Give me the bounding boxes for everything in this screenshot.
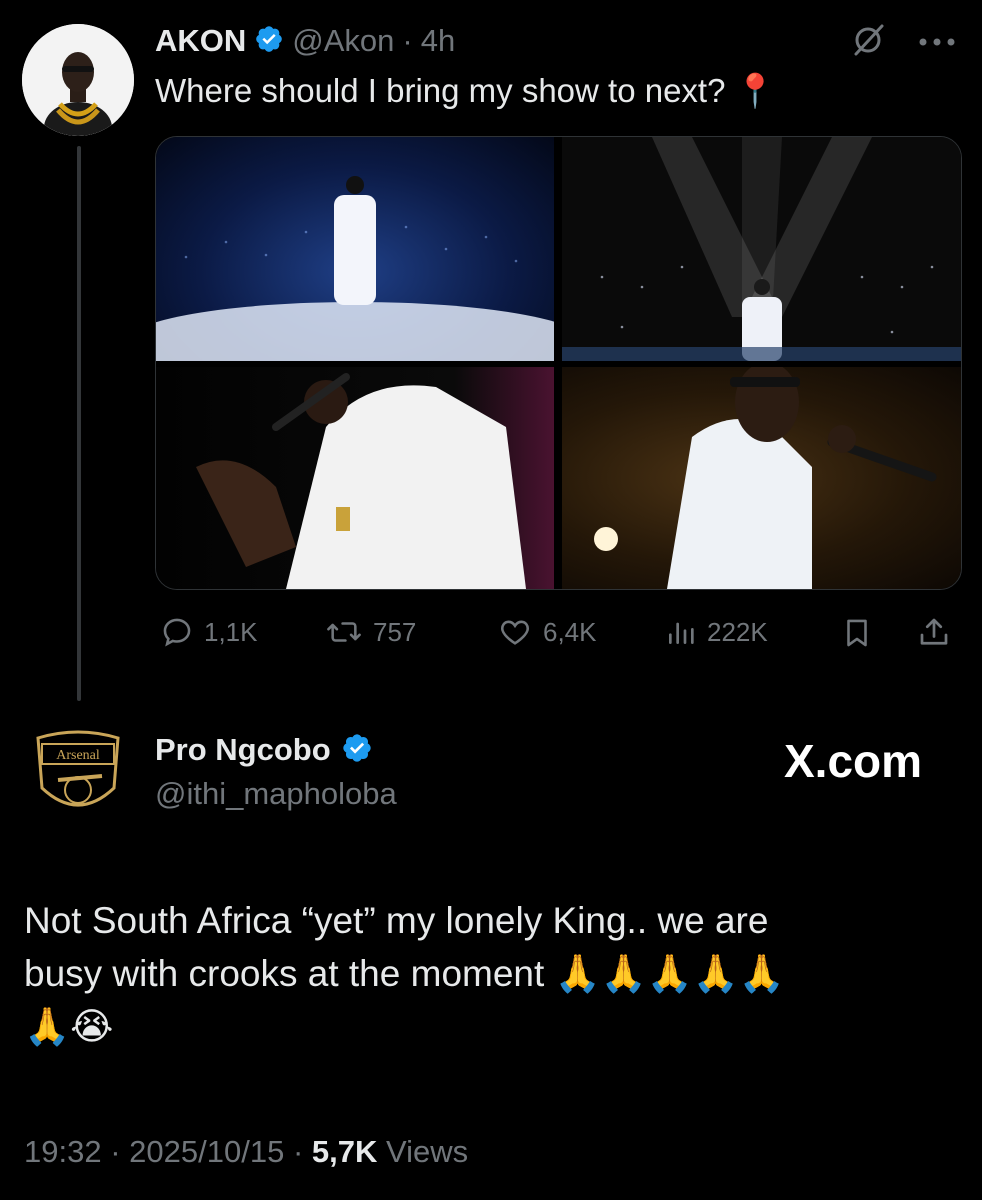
like-count: 6,4K — [543, 616, 597, 647]
reply-handle[interactable]: @ithi_mapholoba — [155, 776, 397, 812]
footer-time[interactable]: 19:32 — [24, 1134, 102, 1169]
analytics-bars-icon — [669, 622, 694, 644]
verified-badge-icon — [341, 732, 373, 769]
media-grid — [155, 136, 962, 590]
thread-connector-line — [77, 146, 81, 701]
xcom-watermark: X.com — [784, 734, 922, 788]
reply-text-line-3: 🙏😭 — [24, 1006, 114, 1047]
share-upload-icon[interactable] — [916, 613, 952, 656]
footer-views-label: Views — [386, 1134, 469, 1169]
heart-icon — [501, 620, 529, 645]
akon-header: AKON @Akon · 4h — [155, 20, 455, 62]
repost-count: 757 — [373, 616, 417, 647]
views-count: 222K — [707, 616, 768, 647]
repost-icon — [327, 622, 361, 642]
reply-tweet-text: Not South Africa “yet” my lonely King.. … — [24, 894, 964, 1053]
grok-slash-icon[interactable] — [850, 22, 886, 63]
verified-badge-icon — [254, 24, 284, 59]
footer-dot: · — [110, 1134, 121, 1169]
concert-photo-2[interactable] — [562, 137, 961, 361]
footer-view-count: 5,7K — [311, 1134, 378, 1169]
reply-action[interactable]: 1,1K — [160, 615, 258, 649]
concert-photo-3[interactable] — [156, 367, 554, 589]
concert-photo-1[interactable] — [156, 137, 554, 361]
views-action[interactable]: 222K — [665, 615, 768, 649]
reply-display-name[interactable]: Pro Ngcobo — [155, 732, 331, 768]
reply-text-line-2: busy with crooks at the moment 🙏🙏🙏🙏🙏 — [24, 947, 964, 1000]
header-separator: · — [402, 23, 413, 58]
more-dots-icon[interactable] — [918, 34, 956, 52]
repost-action[interactable]: 757 — [325, 615, 416, 649]
akon-tweet-text: Where should I bring my show to next? 📍 — [155, 72, 776, 111]
footer-date[interactable]: 2025/10/15 — [129, 1134, 284, 1169]
akon-handle[interactable]: @Akon — [292, 23, 394, 59]
reply-text-line-2-words: busy with crooks at the moment — [24, 953, 545, 994]
tweet-body: Where should I bring my show to next? — [155, 72, 726, 109]
like-action[interactable]: 6,4K — [497, 615, 597, 649]
praying-hands-emojis: 🙏🙏🙏🙏🙏 — [554, 953, 785, 994]
concert-photo-4[interactable] — [562, 367, 961, 589]
pin-emoji: 📍 — [734, 72, 776, 109]
akon-avatar[interactable] — [22, 24, 134, 136]
tweet-meta-footer: 19:32 · 2025/10/15 · 5,7K Views — [24, 1134, 468, 1170]
arsenal-badge-text: Arsenal — [56, 748, 100, 763]
footer-dot: · — [292, 1134, 304, 1169]
bookmark-icon[interactable] — [840, 615, 874, 656]
watermark-text: X.com — [784, 735, 923, 787]
akon-display-name[interactable]: AKON — [155, 23, 246, 59]
reply-count: 1,1K — [204, 616, 258, 647]
reply-bubble-icon — [163, 618, 191, 647]
reply-author-block: Pro Ngcobo @ithi_mapholoba — [155, 728, 397, 812]
pro-ngcobo-avatar[interactable]: Arsenal — [22, 718, 134, 830]
reply-text-line-1: Not South Africa “yet” my lonely King.. … — [24, 900, 769, 941]
tweet-time[interactable]: 4h — [421, 23, 455, 59]
